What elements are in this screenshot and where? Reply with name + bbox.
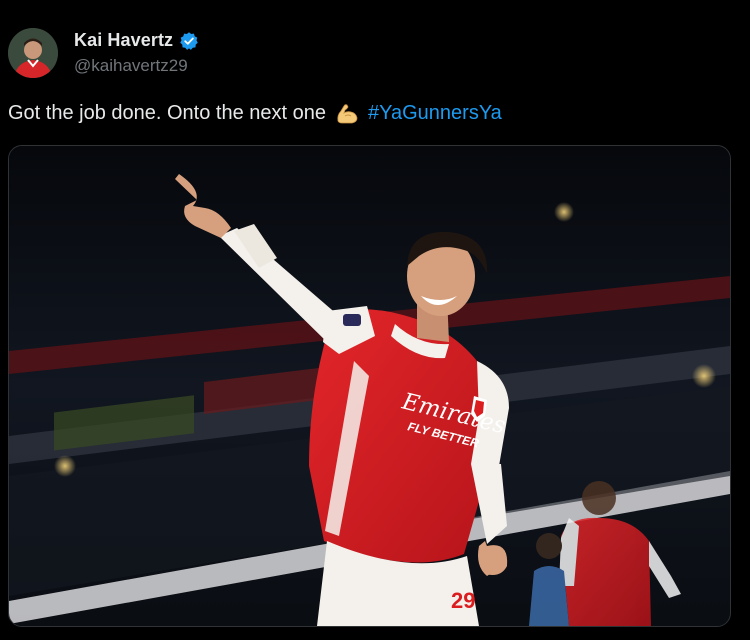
author-name[interactable]: Kai Havertz [74,30,173,51]
verified-badge-icon [179,31,199,51]
flexed-biceps-icon [334,100,360,126]
hashtag-link[interactable]: #YaGunnersYa [368,102,502,125]
tweet-body: Got the job done. Onto the next one [8,101,327,124]
tweet-header: Kai Havertz @kaihavertz29 [8,28,608,82]
shorts-number-text: 29 [451,588,475,613]
tweet-photo[interactable]: Emirates FLY BETTER 29 [8,145,731,627]
avatar[interactable] [8,28,58,78]
tweet-text: Got the job done. Onto the next one #YaG… [8,100,502,126]
author-handle[interactable]: @kaihavertz29 [74,56,188,76]
